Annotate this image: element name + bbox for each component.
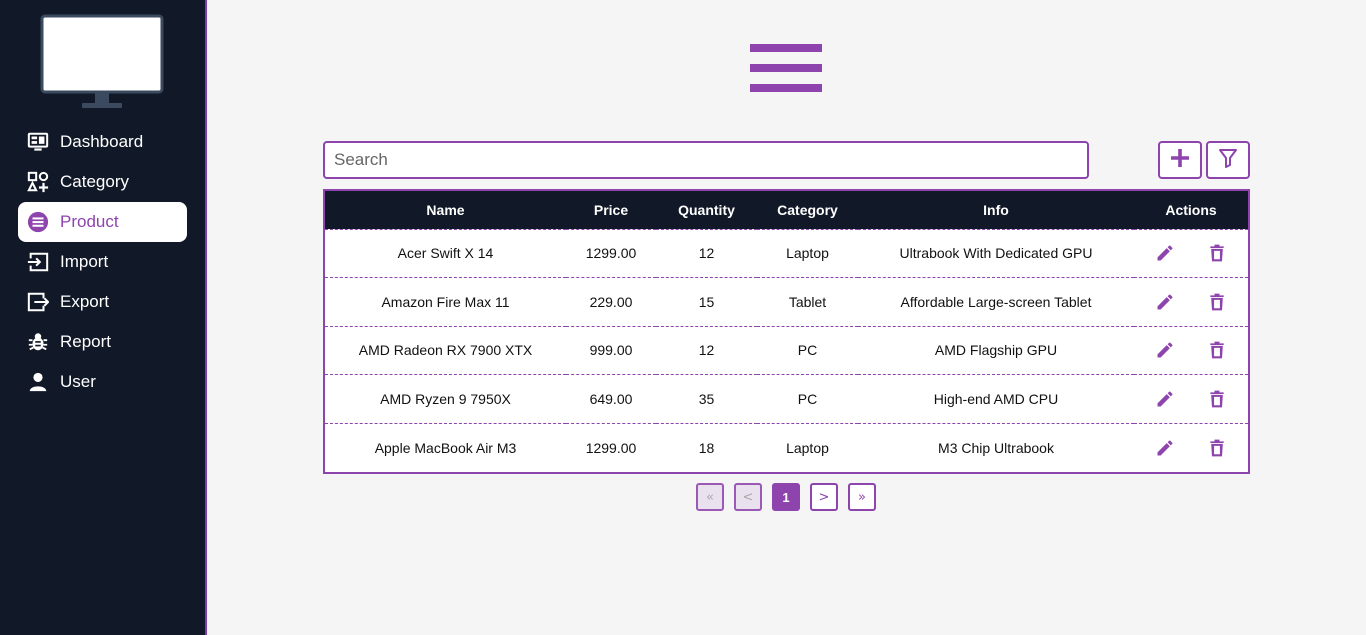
column-header-price[interactable]: Price [566,191,656,229]
column-header-name[interactable]: Name [325,191,566,229]
column-header-info[interactable]: Info [858,191,1134,229]
monitor-logo-icon [40,14,164,115]
last-page-button[interactable]: » [848,483,876,511]
cell-price: 999.00 [589,342,633,359]
cell-price: 229.00 [589,293,633,310]
sidebar-item-product[interactable]: Product [18,202,187,242]
product-table: Name Price Quantity Category Info Action… [323,189,1250,474]
cell-price: 1299.00 [585,245,637,262]
cell-name: AMD Radeon RX 7900 XTX [358,342,533,359]
cell-actions [1134,326,1248,375]
search-input[interactable] [323,141,1089,179]
cell-info: AMD Flagship GPU [934,342,1058,359]
cell-quantity: 35 [698,390,715,407]
cell-quantity: 15 [698,293,715,310]
sidebar-item-label: Export [60,292,110,311]
page-number-button[interactable]: 1 [772,483,800,511]
cell-category: Laptop [786,439,829,456]
plus-icon [1170,148,1190,173]
sidebar-item-report[interactable]: Report [18,322,187,362]
delete-icon[interactable] [1205,338,1229,362]
cell-actions [1134,229,1248,278]
cell-name: AMD Ryzen 9 7950X [380,390,511,407]
cell-info: High-end AMD CPU [933,390,1059,407]
export-icon [26,290,50,314]
dashboard-icon [26,130,50,154]
sidebar-nav: Dashboard Category Product Import Export [18,122,187,402]
cell-name: Amazon Fire Max 11 [381,293,510,310]
cell-category: PC [797,390,818,407]
cell-name: Acer Swift X 14 [397,245,494,262]
user-icon [26,370,50,394]
table-row: AMD Radeon RX 7900 XTX 999.00 12 PC AMD … [325,326,1248,375]
table-row: Acer Swift X 14 1299.00 12 Laptop Ultrab… [325,229,1248,278]
sidebar: Dashboard Category Product Import Export [0,0,207,635]
cell-quantity: 12 [698,245,715,262]
cell-actions [1134,375,1248,424]
sidebar-item-label: Product [60,212,119,231]
cell-info: M3 Chip Ultrabook [938,439,1054,456]
cell-quantity: 18 [698,439,715,456]
edit-icon[interactable] [1153,241,1177,265]
edit-icon[interactable] [1153,290,1177,314]
table-header-row: Name Price Quantity Category Info Action… [325,191,1248,229]
edit-icon[interactable] [1153,338,1177,362]
sidebar-item-label: Dashboard [60,132,144,151]
cell-quantity: 12 [698,342,715,359]
cell-category: Laptop [786,245,829,262]
table-row: AMD Ryzen 9 7950X 649.00 35 PC High-end … [325,374,1248,424]
sidebar-item-label: Category [60,172,129,191]
delete-icon[interactable] [1205,290,1229,314]
sidebar-item-import[interactable]: Import [18,242,187,282]
cell-actions [1134,278,1248,327]
import-icon [26,250,50,274]
menu-icon[interactable] [750,44,822,92]
sidebar-item-dashboard[interactable]: Dashboard [18,122,187,162]
sidebar-item-label: Report [60,332,112,351]
edit-icon[interactable] [1153,436,1177,460]
sidebar-item-label: User [60,372,96,391]
product-icon [26,210,50,234]
cell-actions [1134,423,1248,472]
column-header-category[interactable]: Category [757,191,858,229]
cell-price: 649.00 [589,390,633,407]
pagination: « < 1 > » [696,483,886,511]
next-page-button[interactable]: > [810,483,838,511]
filter-icon [1218,148,1238,173]
cell-name: Apple MacBook Air M3 [374,439,517,456]
cell-price: 1299.00 [585,439,637,456]
sidebar-item-category[interactable]: Category [18,162,187,202]
prev-page-button[interactable]: < [734,483,762,511]
delete-icon[interactable] [1205,436,1229,460]
table-row: Apple MacBook Air M3 1299.00 18 Laptop M… [325,423,1248,472]
column-header-actions: Actions [1134,191,1248,229]
cell-category: Tablet [788,293,827,310]
cell-info: Affordable Large-screen Tablet [900,293,1092,310]
column-header-quantity[interactable]: Quantity [656,191,757,229]
category-icon [26,170,50,194]
first-page-button[interactable]: « [696,483,724,511]
sidebar-item-user[interactable]: User [18,362,187,402]
delete-icon[interactable] [1205,241,1229,265]
cell-category: PC [797,342,818,359]
delete-icon[interactable] [1205,387,1229,411]
table-row: Amazon Fire Max 11 229.00 15 Tablet Affo… [325,277,1248,327]
add-product-button[interactable] [1158,141,1202,179]
edit-icon[interactable] [1153,387,1177,411]
bug-icon [26,330,50,354]
sidebar-item-label: Import [60,252,109,271]
filter-button[interactable] [1206,141,1250,179]
sidebar-item-export[interactable]: Export [18,282,187,322]
cell-info: Ultrabook With Dedicated GPU [899,245,1093,262]
